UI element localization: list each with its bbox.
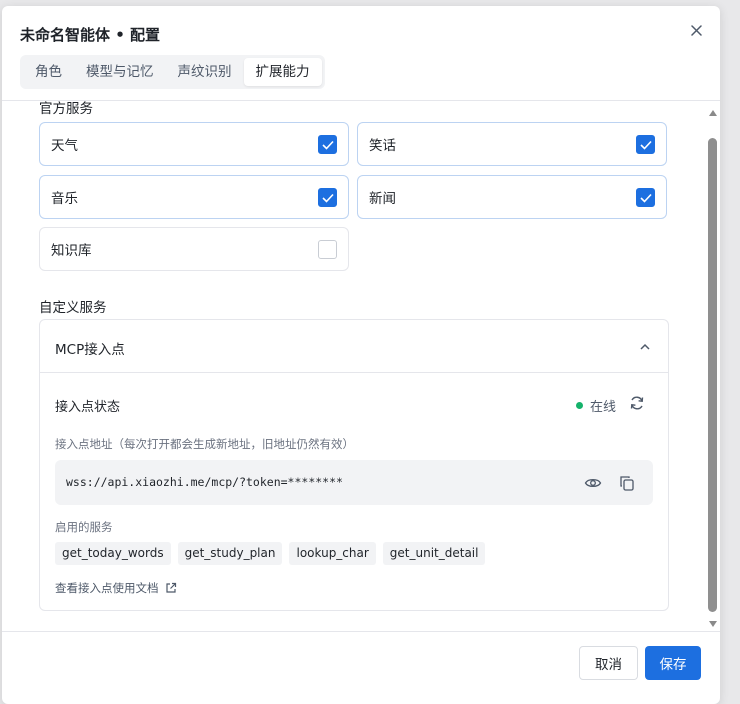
- endpoint-address-label: 接入点地址（每次打开都会生成新地址，旧地址仍然有效）: [55, 437, 354, 451]
- checkbox-checked-icon[interactable]: [636, 135, 655, 154]
- copy-icon[interactable]: [618, 474, 636, 492]
- cancel-button[interactable]: 取消: [579, 646, 638, 680]
- checkbox-checked-icon[interactable]: [636, 188, 655, 207]
- service-news[interactable]: 新闻: [357, 175, 667, 219]
- service-chip: get_today_words: [55, 542, 171, 565]
- config-dialog: 未命名智能体 • 配置 角色 模型与记忆 声纹识别 扩展能力 官方服务 天气 笑…: [2, 6, 720, 704]
- service-joke[interactable]: 笑话: [357, 122, 667, 166]
- close-button[interactable]: [686, 20, 706, 40]
- service-label: 知识库: [51, 243, 92, 259]
- official-services-title: 官方服务: [39, 101, 93, 117]
- refresh-icon[interactable]: [628, 394, 646, 412]
- tab-bar: 角色 模型与记忆 声纹识别 扩展能力: [20, 55, 325, 89]
- service-label: 天气: [51, 138, 78, 154]
- custom-services-title: 自定义服务: [39, 300, 107, 316]
- close-icon: [690, 24, 702, 36]
- scroll-down-arrow-icon[interactable]: [709, 621, 717, 627]
- tab-model-memory[interactable]: 模型与记忆: [74, 58, 166, 86]
- enabled-services-label: 启用的服务: [55, 520, 113, 534]
- service-music[interactable]: 音乐: [39, 175, 349, 219]
- service-chip: lookup_char: [289, 542, 376, 565]
- save-button[interactable]: 保存: [645, 646, 701, 680]
- service-label: 新闻: [369, 191, 396, 207]
- dialog-header: 未命名智能体 • 配置 角色 模型与记忆 声纹识别 扩展能力: [2, 6, 720, 100]
- tab-extensions[interactable]: 扩展能力: [243, 58, 322, 86]
- mcp-panel: MCP接入点 接入点状态 在线 接入点地址（每次打开都会生成新地址，旧地址仍然有…: [39, 319, 669, 611]
- footer-divider: [2, 631, 720, 632]
- vertical-scrollbar[interactable]: [706, 101, 720, 631]
- mcp-title: MCP接入点: [55, 342, 125, 358]
- service-label: 笑话: [369, 138, 396, 154]
- checkbox-checked-icon[interactable]: [318, 188, 337, 207]
- service-chip: get_unit_detail: [382, 542, 486, 565]
- doc-link[interactable]: 查看接入点使用文档: [55, 580, 177, 596]
- online-dot-icon: [575, 402, 583, 409]
- status-badge: 在线: [575, 396, 616, 415]
- eye-icon[interactable]: [584, 474, 602, 492]
- mcp-panel-header[interactable]: MCP接入点: [40, 320, 668, 373]
- scroll-area: 官方服务 天气 笑话 音乐 新闻 知识库 自定义服务 MCP接入点 接入点状态 …: [2, 101, 720, 631]
- external-link-icon: [165, 582, 176, 593]
- tab-voiceprint[interactable]: 声纹识别: [166, 58, 244, 86]
- dialog-title: 未命名智能体 • 配置: [20, 26, 161, 44]
- enabled-services-list: get_today_words get_study_plan lookup_ch…: [55, 542, 486, 565]
- service-weather[interactable]: 天气: [39, 122, 349, 166]
- scrollbar-thumb[interactable]: [708, 138, 717, 612]
- chevron-up-icon: [640, 343, 650, 350]
- scroll-up-arrow-icon[interactable]: [709, 110, 717, 116]
- checkbox-checked-icon[interactable]: [318, 135, 337, 154]
- service-chip: get_study_plan: [177, 542, 283, 565]
- endpoint-status-label: 接入点状态: [55, 400, 121, 415]
- tab-role[interactable]: 角色: [23, 58, 74, 86]
- service-knowledge-base[interactable]: 知识库: [39, 227, 349, 271]
- status-text: 在线: [589, 400, 616, 415]
- endpoint-address-box: wss://api.xiaozhi.me/mcp/?token=********: [55, 460, 653, 505]
- service-label: 音乐: [51, 191, 78, 207]
- doc-link-text: 查看接入点使用文档: [55, 581, 159, 595]
- endpoint-address-value: wss://api.xiaozhi.me/mcp/?token=********: [66, 475, 343, 489]
- checkbox-unchecked-icon[interactable]: [318, 240, 337, 259]
